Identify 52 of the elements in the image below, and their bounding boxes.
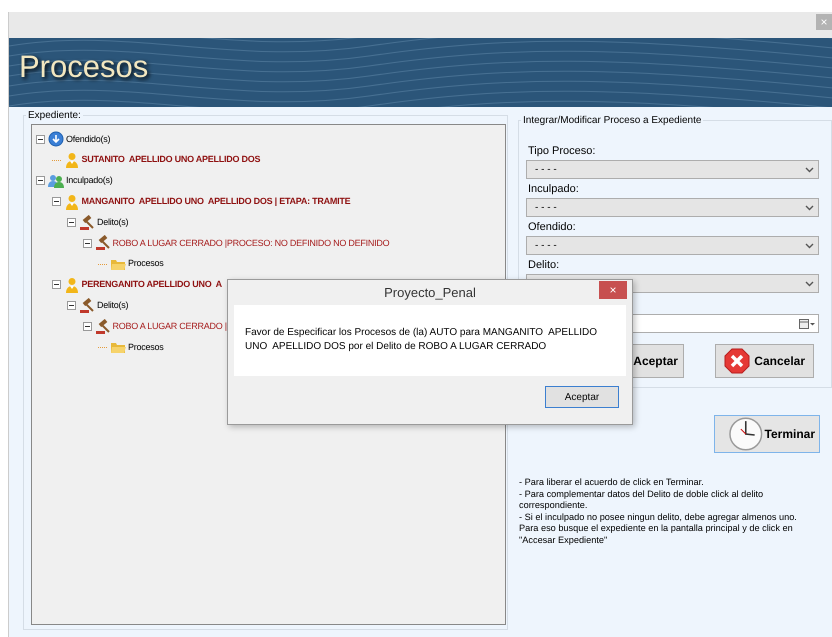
- calendar-icon: [799, 318, 815, 328]
- collapse-toggle[interactable]: [67, 301, 76, 310]
- gavel-icon: [94, 235, 110, 252]
- tree-node[interactable]: ROBO A LUGAR CERRADO |: [112, 320, 227, 334]
- cancel-button[interactable]: Cancelar: [715, 344, 814, 378]
- field-label: Delito:: [528, 258, 560, 272]
- tree-node[interactable]: Delito(s): [97, 216, 128, 230]
- close-button[interactable]: ×: [599, 281, 627, 299]
- gavel-icon: [79, 214, 95, 231]
- dialog-title: Proyecto_Penal: [384, 284, 476, 302]
- person-icon: [64, 152, 80, 168]
- person-icon: [64, 276, 80, 293]
- tree-node[interactable]: ROBO A LUGAR CERRADO |PROCESO: NO DEFINIDO NO DEFINIDO: [112, 236, 390, 250]
- dropdown[interactable]: - - - -: [526, 198, 819, 217]
- chevron-icon: [805, 242, 814, 248]
- collapse-toggle[interactable]: [67, 218, 76, 228]
- person-icon: [64, 194, 80, 210]
- tree-node[interactable]: MANGANITO APELLIDO UNO APELLIDO DOS | ETAPA: TRAMITE: [82, 195, 350, 209]
- tree-node[interactable]: Ofendido(s): [66, 132, 110, 146]
- collapse-toggle[interactable]: [36, 176, 45, 186]
- field-label: Ofendido:: [528, 220, 577, 234]
- collapse-toggle[interactable]: [36, 134, 45, 144]
- dropdown[interactable]: - - - -: [526, 160, 819, 179]
- chevron-icon: [805, 204, 814, 210]
- tree-node[interactable]: Procesos: [128, 257, 164, 271]
- collapse-toggle[interactable]: [82, 238, 92, 248]
- gavel-icon: [79, 298, 95, 314]
- field-label: Inculpado:: [528, 182, 580, 196]
- chevron-icon: [805, 280, 814, 286]
- tree-node[interactable]: Inculpado(s): [66, 174, 113, 188]
- ok-button[interactable]: Aceptar: [545, 386, 619, 408]
- collapse-toggle[interactable]: [52, 280, 60, 290]
- collapse-toggle[interactable]: [82, 322, 92, 332]
- field-label: Tipo Proceso:: [528, 144, 596, 158]
- victim-icon: [48, 131, 64, 148]
- tree-node[interactable]: SUTANITO APELLIDO UNO APELLIDO DOS: [82, 153, 260, 167]
- collapse-toggle[interactable]: [52, 197, 60, 206]
- page-title: Procesos: [19, 48, 148, 86]
- group-legend: Expediente:: [26, 109, 83, 122]
- error-icon: [724, 348, 750, 374]
- finish-button[interactable]: Terminar: [714, 415, 820, 453]
- people-icon: [48, 172, 64, 189]
- gavel-icon: [94, 318, 110, 335]
- chevron-icon: [805, 166, 814, 172]
- tree-node[interactable]: Procesos: [128, 340, 164, 354]
- tree-node[interactable]: Delito(s): [97, 299, 128, 313]
- tree-node[interactable]: PERENGANITO APELLIDO UNO A: [82, 278, 222, 292]
- group-legend: Integrar/Modificar Proceso a Expediente: [521, 114, 704, 127]
- dropdown[interactable]: - - - -: [526, 236, 819, 255]
- dialog-message: Favor de Especificar los Procesos de (la) AUTO para MANGANITO APELLIDO UNO APELLIDO DOS por el Delito de ROBO A LUGAR CERRADO: [245, 326, 598, 354]
- clock-icon: [727, 417, 765, 451]
- help-text: - Para liberar el acuerdo de click en Terminar. - Para complementar datos del Delito de doble click al delito correspondiente. - Si el inculpado no posee ningun delito, debe agregar almenos uno. Para eso busque el expediente en la pantalla principal y de click en "Accesar Expediente": [519, 477, 798, 546]
